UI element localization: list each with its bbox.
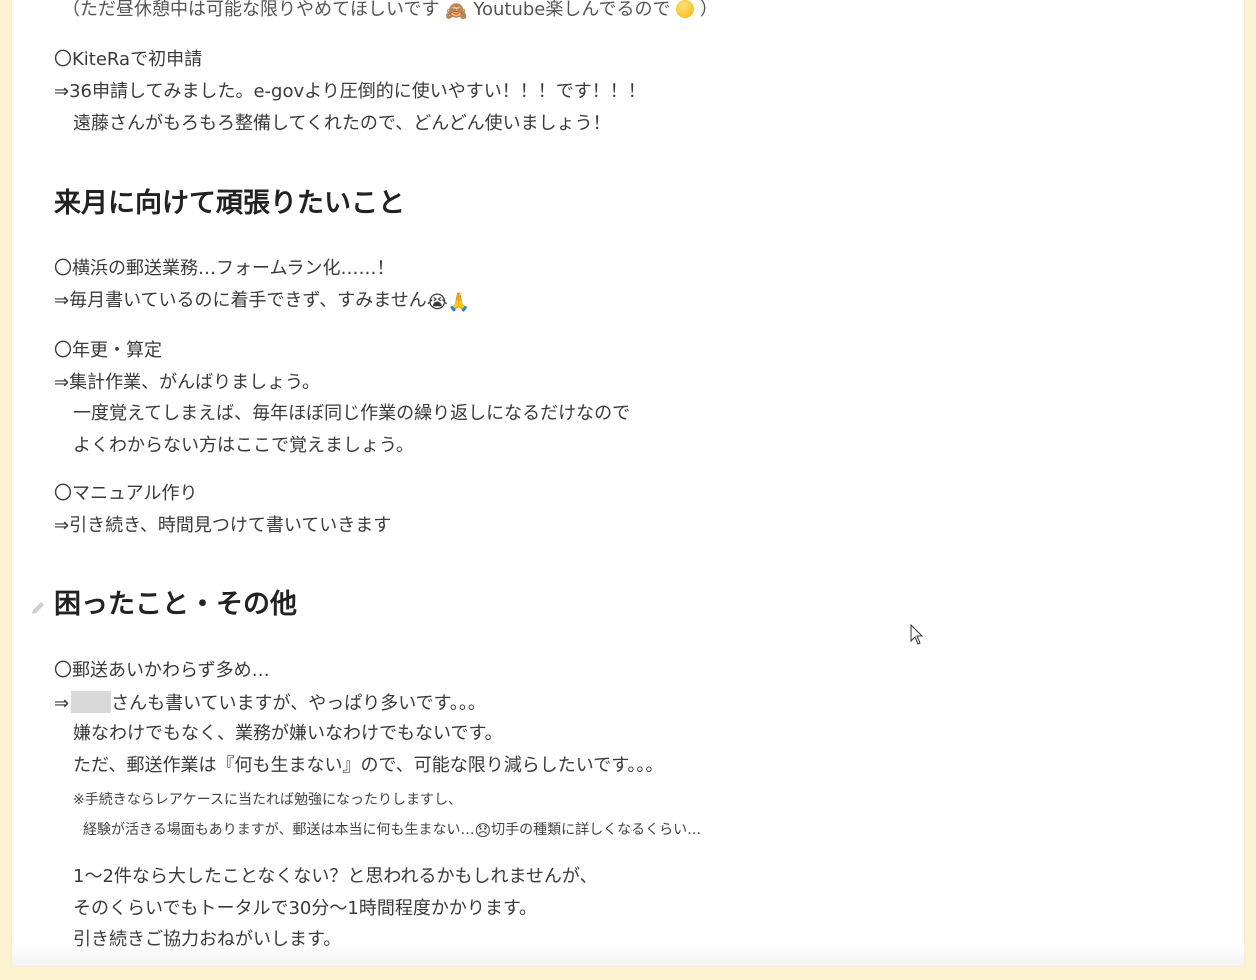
next-item1-head: 〇横浜の郵送業務…フォームラン化……！	[54, 258, 395, 279]
next-item1-body-text: ⇒毎月書いているのに着手できず、すみません	[54, 290, 427, 311]
section-heading-next-month: 来月に向けて頑張りたいこと	[54, 188, 405, 219]
trouble-note-1: ※手続きならレアケースに当たれば勉強になったりしますし、	[73, 792, 463, 808]
trouble-note-2-end-text: 切手の種類に詳しくなるくらい…	[491, 822, 702, 838]
crying-face-icon: 😭	[426, 292, 448, 313]
next-item2-body2: 一度覚えてしまえば、毎年ほぼ同じ作業の繰り返しになるだけなので	[73, 403, 631, 424]
section-heading-trouble: 困ったこと・その他	[54, 589, 297, 620]
next-item2-body1: ⇒集計作業、がんばりましょう。	[54, 372, 321, 393]
trouble-para-1: 1〜2件なら大したことなくない？と思われるかもしれませんが、	[73, 866, 598, 887]
smiling-face-icon	[676, 0, 695, 18]
top-partial-line: （ただ昼休憩中は可能な限りやめてほしいです 🙈 Youtube楽しんでるので ）	[62, 0, 718, 22]
next-item1-body: ⇒毎月書いているのに着手できず、すみません😭🙏	[54, 289, 470, 313]
kitera-heading: 〇KiteRaで初申請	[54, 49, 203, 70]
kitera-line-1: ⇒36申請してみました。e-govより圧倒的に使いやすい！！！です！！！	[54, 81, 646, 102]
trouble-note-2-text: 経験が活きる場面もありますが、郵送は本当に何も生まない…	[83, 822, 475, 838]
arrow-text: ⇒	[54, 693, 70, 714]
bottom-fade	[12, 942, 1244, 966]
next-item3-body: ⇒引き続き、時間見つけて書いていきます	[54, 515, 392, 536]
see-no-evil-monkey-icon: 🙈	[445, 1, 468, 22]
trouble-item1-head: 〇郵送あいかわらず多め…	[54, 660, 270, 681]
trouble-item1-body2: 嫌なわけでもなく、業務が嫌いなわけでもないです。	[73, 723, 503, 744]
trouble-item1-body1-text: さんも書いていますが、やっぱり多いです。。。	[111, 693, 486, 714]
top-partial-text: （ただ昼休憩中は可能な限りやめてほしいです	[62, 0, 440, 20]
mouse-cursor-icon	[910, 624, 924, 645]
trouble-note-2: 経験が活きる場面もありますが、郵送は本当に何も生まない…😞切手の種類に詳しくなる…	[83, 818, 701, 842]
pencil-edit-icon[interactable]	[30, 600, 46, 616]
document-page: （ただ昼休憩中は可能な限りやめてほしいです 🙈 Youtube楽しんでるので ）…	[12, 0, 1244, 966]
top-partial-end-text: ）	[699, 0, 718, 20]
top-partial-youtube-text: Youtube楽しんでるので	[473, 0, 671, 20]
trouble-item1-body1: ⇒ さんも書いていますが、やっぱり多いです。。。	[54, 691, 486, 716]
next-item3-head: 〇マニュアル作り	[54, 483, 198, 504]
trouble-item1-body3: ただ、郵送作業は『何も生まない』ので、可能な限り減らしたいです。。。	[73, 755, 664, 776]
trouble-para-2: そのくらいでもトータルで30分〜1時間程度かかります。	[73, 898, 538, 919]
disappointed-face-icon: 😞	[474, 821, 492, 840]
next-item2-head: 〇年更・算定	[54, 340, 162, 361]
folded-hands-icon: 🙏	[447, 292, 471, 313]
redacted-name	[71, 691, 112, 713]
next-item2-body3: よくわからない方はここで覚えましょう。	[73, 435, 414, 456]
kitera-line-2: 遠藤さんがもろもろ整備してくれたので、どんどん使いましょう！	[73, 113, 611, 134]
